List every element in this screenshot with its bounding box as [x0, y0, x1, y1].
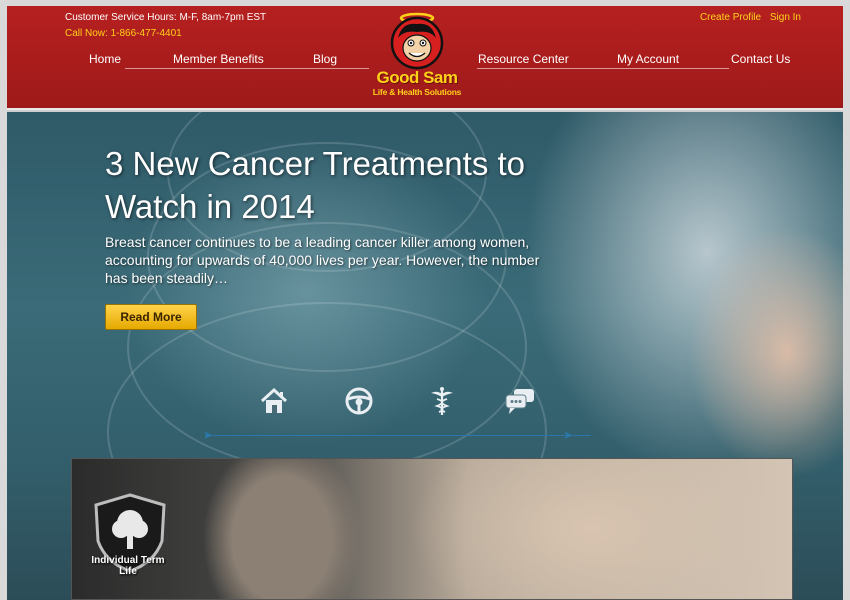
slider-prev-arrow[interactable]: ➤: [203, 428, 213, 442]
chat-icon[interactable]: [503, 384, 537, 418]
nav-contact-us[interactable]: Contact Us: [731, 52, 790, 66]
nav-my-account[interactable]: My Account: [617, 52, 679, 66]
slider-next-arrow[interactable]: ➤: [563, 428, 573, 442]
site-header: Customer Service Hours: M-F, 8am-7pm EST…: [7, 6, 843, 110]
logo-name: Good Sam: [376, 68, 458, 87]
hero-banner: 3 New Cancer Treatments to Watch in 2014…: [7, 112, 843, 600]
nav-blog[interactable]: Blog: [313, 52, 337, 66]
nav-divider-right: [477, 68, 729, 69]
hero-headline[interactable]: 3 New Cancer Treatments to Watch in 2014: [105, 142, 625, 228]
phone-link[interactable]: Call Now: 1-866-477-4401: [65, 28, 182, 39]
nav-divider-left: [125, 68, 369, 69]
read-more-button[interactable]: Read More: [105, 304, 197, 330]
nav-member-benefits[interactable]: Member Benefits: [173, 52, 264, 66]
sign-in-link[interactable]: Sign In: [770, 12, 801, 23]
nav-home[interactable]: Home: [89, 52, 121, 66]
logo-tagline: Life & Health Solutions: [372, 87, 462, 97]
create-profile-link[interactable]: Create Profile: [700, 12, 761, 23]
feature-panel[interactable]: Individual Term Life: [71, 458, 793, 600]
page-frame: Customer Service Hours: M-F, 8am-7pm EST…: [7, 6, 843, 600]
good-sam-logo[interactable]: Good Sam Life & Health Solutions: [362, 8, 472, 104]
account-links: Create Profile Sign In: [694, 12, 801, 23]
home-icon[interactable]: [257, 384, 291, 418]
caduceus-icon[interactable]: [425, 384, 459, 418]
service-hours: Customer Service Hours: M-F, 8am-7pm EST: [65, 12, 267, 23]
hero-intro: Breast cancer continues to be a leading …: [105, 234, 540, 286]
steering-wheel-icon[interactable]: [342, 384, 376, 418]
mascot-icon: [390, 12, 444, 70]
individual-term-life-label[interactable]: Individual Term Life: [82, 555, 174, 577]
nav-resource-center[interactable]: Resource Center: [478, 52, 569, 66]
slider-track: [205, 435, 591, 436]
